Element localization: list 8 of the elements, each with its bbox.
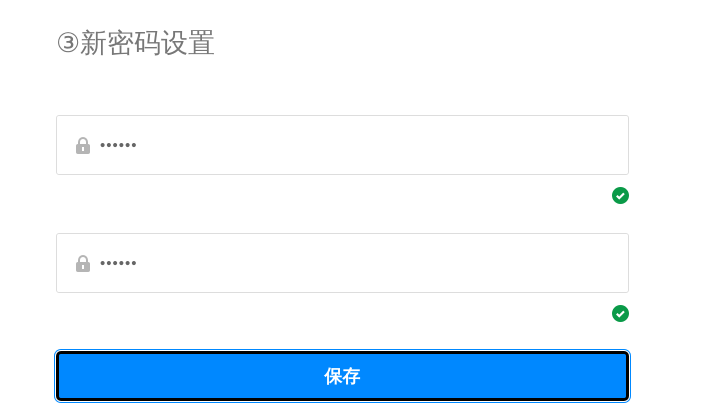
password-field[interactable]: •••••• (56, 233, 629, 293)
save-button[interactable]: 保存 (56, 351, 629, 401)
check-icon (612, 187, 629, 204)
lock-icon (76, 255, 90, 272)
check-icon (612, 305, 629, 322)
lock-icon (76, 137, 90, 154)
password-field[interactable]: •••••• (56, 115, 629, 175)
page-title: ③新密码设置 (56, 27, 216, 61)
